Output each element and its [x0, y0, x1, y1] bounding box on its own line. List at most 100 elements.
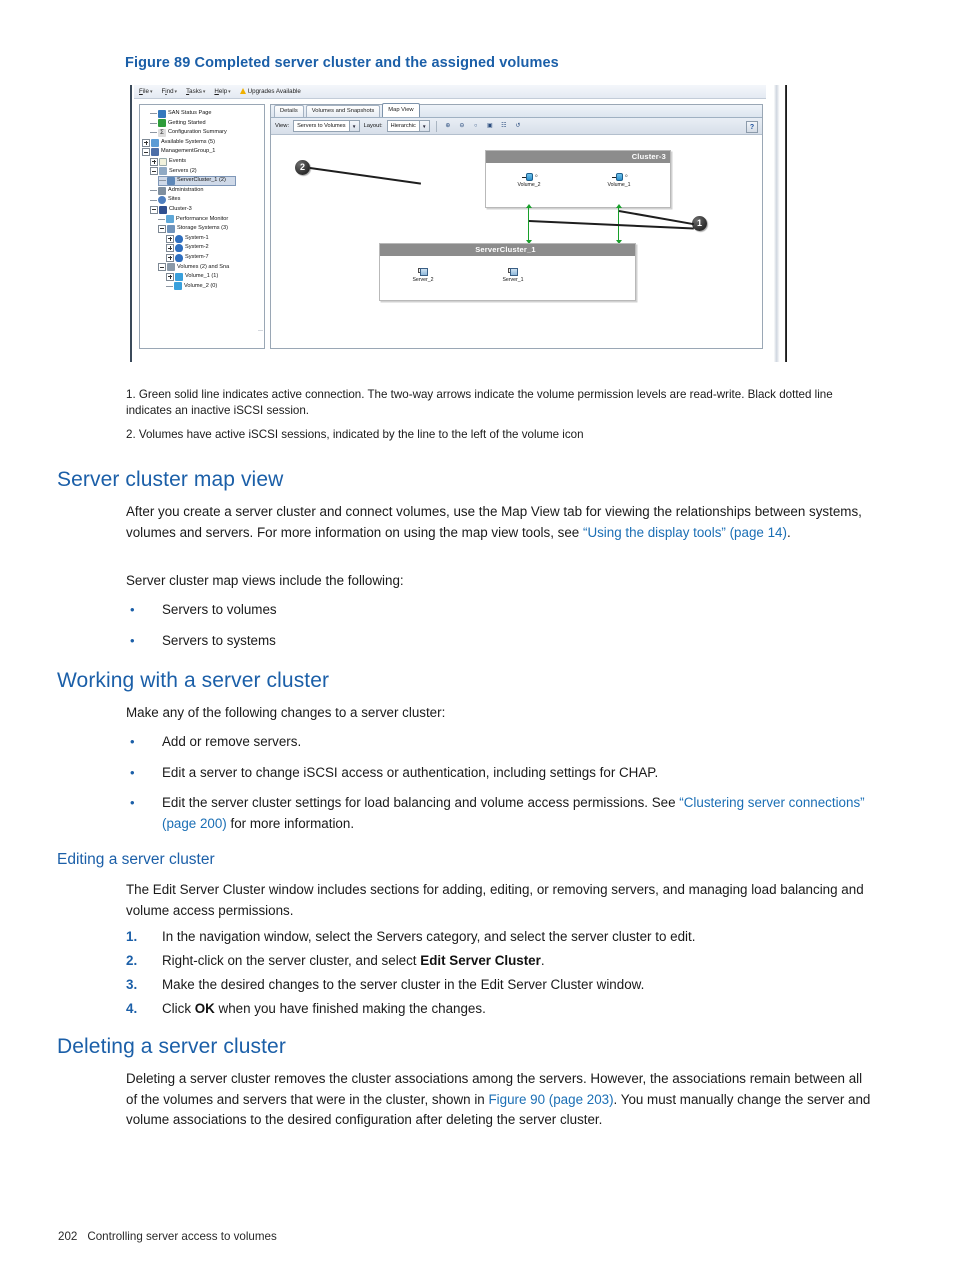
chevron-down-icon[interactable]: ▼ — [348, 121, 359, 131]
tree-connector — [159, 180, 166, 182]
map-node-volume-1[interactable]: 0 Volume_1 — [596, 173, 642, 188]
layout-tree-icon[interactable]: ☷ — [499, 121, 509, 131]
menu-help[interactable]: Help▾ — [214, 88, 230, 95]
tree-item-storage-systems-3[interactable]: Storage Systems (3) — [158, 224, 264, 234]
tree-connector — [150, 199, 157, 201]
tree-item-system-7[interactable]: System-7 — [166, 253, 264, 263]
view-select[interactable]: Servers to Volumes ▼ — [293, 120, 360, 132]
volume-badge: 0 — [625, 173, 628, 178]
menu-file[interactable]: File▾ — [139, 88, 153, 95]
zoom-out-icon[interactable]: ⊖ — [457, 121, 467, 131]
tree-item-label: System-7 — [185, 253, 209, 260]
expand-icon[interactable] — [166, 244, 174, 253]
tree-item-getting-started[interactable]: Getting Started — [150, 119, 264, 129]
map-canvas[interactable]: Cluster-3 0 Volume_2 0 Volume_1 ServerCl… — [271, 136, 762, 348]
tree-scroll-indicator[interactable] — [258, 330, 263, 346]
map-view-bullet-list: • Servers to volumes • Servers to system… — [126, 600, 871, 661]
map-view-paragraph-2: Server cluster map views include the fol… — [126, 571, 871, 592]
tree-item-managementgroup-1[interactable]: ManagementGroup_1 — [142, 147, 264, 157]
heading-deleting-a-server-cluster: Deleting a server cluster — [57, 1035, 286, 1058]
map-node-server-1[interactable]: Server_1 — [490, 268, 536, 283]
tree-item-servercluster-1-2[interactable]: ServerCluster_1 (2) — [158, 176, 236, 186]
map-box-server-cluster[interactable]: ServerCluster_1 Server_2 Server_1 — [379, 243, 636, 301]
events-icon — [159, 157, 167, 166]
tree-item-label: Servers (2) — [169, 167, 197, 174]
tree-item-volume-2-0[interactable]: Volume_2 (0) — [166, 282, 264, 292]
footnote-2: 2. Volumes have active iSCSI sessions, i… — [126, 428, 584, 441]
menu-tasks[interactable]: Tasks▾ — [186, 88, 205, 95]
navigation-tree[interactable]: SAN Status Page Getting Started Σ Configura… — [140, 105, 264, 291]
help-icon[interactable]: ? — [746, 121, 758, 133]
zoom-fit-icon[interactable]: ○ — [471, 121, 481, 131]
collapse-icon[interactable] — [158, 224, 166, 233]
volume-icon — [174, 282, 182, 291]
tree-item-label: SAN Status Page — [168, 110, 212, 116]
zoom-in-icon[interactable]: ⊕ — [443, 121, 453, 131]
layout-select[interactable]: Hierarchic ▼ — [386, 120, 430, 132]
tree-connector — [150, 122, 157, 124]
link-using-the-display-tools[interactable]: “Using the display tools” (page 14) — [583, 525, 787, 540]
map-view-include-text: Server cluster map views include the fol… — [126, 573, 404, 588]
collapse-icon[interactable] — [150, 205, 158, 214]
step-number: 2. — [126, 953, 138, 968]
collapse-icon[interactable] — [142, 148, 150, 157]
list-item: • Servers to systems — [126, 631, 871, 652]
server-icon — [417, 268, 429, 277]
content-panel: Details Volumes and Snapshots Map View V… — [270, 103, 763, 349]
map-box-cluster[interactable]: Cluster-3 0 Volume_2 0 Volume_1 — [485, 150, 671, 208]
tab-volumes-and-snapshots[interactable]: Volumes and Snapshots — [305, 105, 381, 117]
expand-icon[interactable] — [166, 253, 174, 262]
callout-1: 1 — [692, 216, 707, 231]
tree-item-volume-1-1[interactable]: Volume_1 (1) — [166, 272, 264, 282]
list-item-label: Servers to volumes — [162, 602, 277, 617]
expand-icon[interactable] — [166, 234, 174, 243]
tree-connector — [166, 285, 173, 287]
tree-item-events[interactable]: Events — [150, 157, 264, 167]
tree-item-servers-2[interactable]: Servers (2) — [150, 167, 264, 177]
tree-item-performance-monitor[interactable]: Performance Monitor — [158, 215, 264, 225]
upgrades-available-item[interactable]: Upgrades Available — [239, 88, 301, 95]
tree-item-label: Cluster-3 — [169, 205, 192, 212]
map-node-server-2[interactable]: Server_2 — [400, 268, 446, 283]
editing-steps-list: 1. In the navigation window, select the … — [126, 925, 871, 1021]
tree-item-san-status-page[interactable]: SAN Status Page — [150, 109, 264, 119]
tree-item-label: Volume_2 (0) — [184, 282, 218, 289]
step-number: 3. — [126, 977, 138, 992]
list-item: 3. Make the desired changes to the serve… — [126, 973, 871, 997]
list-item-label: Add or remove servers. — [162, 734, 302, 749]
tree-item-system-1[interactable]: System-1 — [166, 234, 264, 244]
tab-details[interactable]: Details — [274, 105, 304, 117]
collapse-icon[interactable] — [158, 263, 166, 272]
tree-item-available-systems-5[interactable]: Available Systems (5) — [142, 138, 264, 148]
list-item: 4. Click OK when you have finished makin… — [126, 997, 871, 1021]
expand-icon[interactable] — [142, 138, 150, 147]
application-screenshot: File▾ Find▾ Tasks▾ Help▾ Upgrades Availa… — [130, 85, 788, 362]
map-node-volume-2[interactable]: 0 Volume_2 — [506, 173, 552, 188]
tree-item-label: ManagementGroup_1 — [161, 148, 216, 155]
navigation-panel[interactable]: SAN Status Page Getting Started Σ Configura… — [139, 104, 265, 349]
list-item: • Edit the server cluster settings for l… — [126, 793, 871, 834]
page-number: 202 — [58, 1230, 78, 1243]
step-emphasis: OK — [194, 1001, 215, 1016]
tree-item-sites[interactable]: Sites — [150, 195, 264, 205]
map-node-label: Volume_2 — [517, 182, 541, 188]
fit-to-window-icon[interactable]: ▣ — [485, 121, 495, 131]
tree-item-system-2[interactable]: System-2 — [166, 243, 264, 253]
performance-monitor-icon — [166, 215, 174, 224]
menu-find[interactable]: Find▾ — [162, 88, 178, 95]
tree-item-cluster-3[interactable]: Cluster-3 — [150, 205, 264, 215]
heading-editing-a-server-cluster: Editing a server cluster — [57, 851, 215, 868]
map-view-paragraph-1: After you create a server cluster and co… — [126, 502, 871, 543]
tree-item-label: Events — [169, 157, 187, 164]
tree-item-configuration-summary[interactable]: Σ Configuration Summary — [150, 128, 264, 138]
expand-icon[interactable] — [166, 272, 174, 281]
tab-map-view[interactable]: Map View — [382, 103, 420, 117]
tree-item-volumes-2-and-sna[interactable]: Volumes (2) and Sna — [158, 263, 264, 273]
collapse-icon[interactable] — [150, 167, 158, 176]
refresh-icon[interactable]: ↺ — [513, 121, 523, 131]
chevron-down-icon[interactable]: ▼ — [418, 121, 429, 131]
tree-item-administration[interactable]: Administration — [150, 186, 264, 196]
active-connection-line-volume-2 — [528, 206, 530, 242]
link-figure-90[interactable]: Figure 90 (page 203) — [488, 1092, 613, 1107]
expand-icon[interactable] — [150, 157, 158, 166]
